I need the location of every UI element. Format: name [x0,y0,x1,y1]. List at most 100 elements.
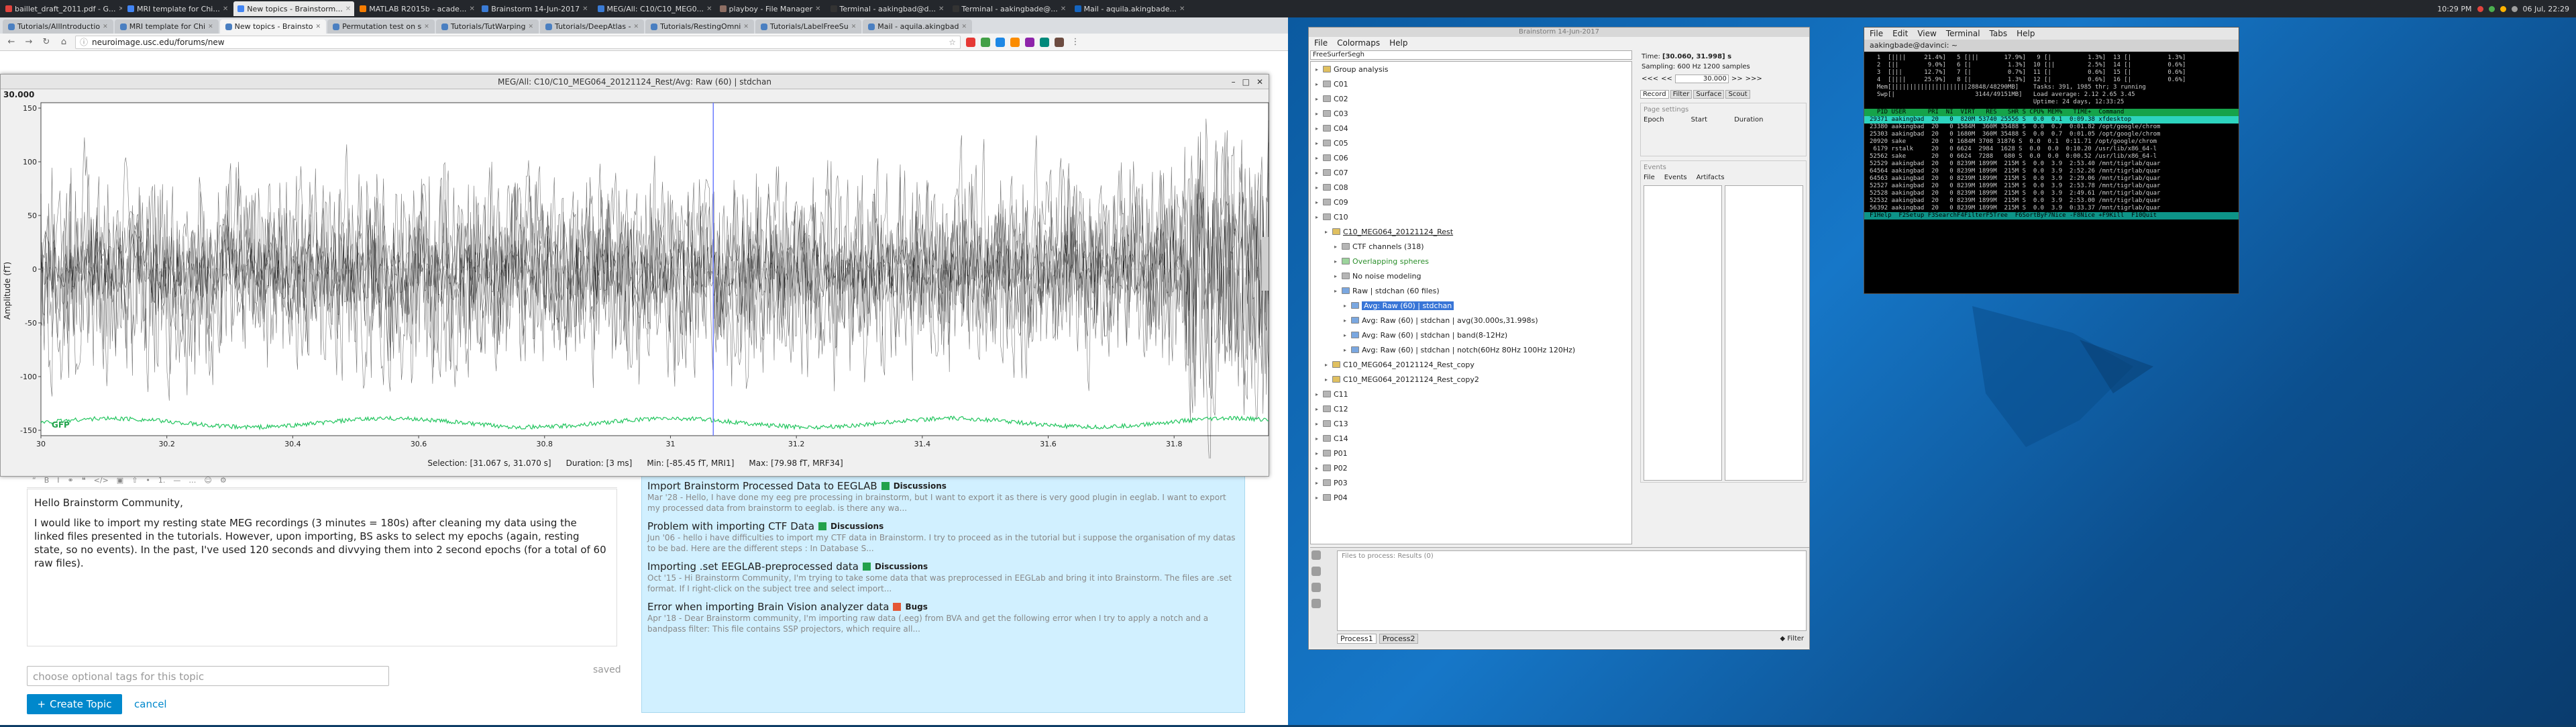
similar-topic[interactable]: Import Brainstorm Processed Data to EEGL… [647,480,1239,514]
tree-node[interactable]: ▸ C12 [1311,401,1631,416]
link-icon[interactable]: ⚭ [68,476,74,485]
expand-icon[interactable]: ▸ [1313,66,1320,72]
terminal-menu-item[interactable]: Terminal [1946,29,1980,38]
browser-tab[interactable]: Tutorials/DeepAtlas - ✕ [540,19,645,34]
events-menu-item[interactable]: Artifacts [1697,174,1725,181]
expand-icon[interactable]: ▸ [1313,495,1320,501]
network-icon[interactable] [2488,5,2495,12]
record-tab[interactable]: Filter [1670,90,1693,99]
meg-plot[interactable]: -150 -100 -50 0 50 100 150 30 30.2 30.4 30.6 30.8 31… [1,89,1270,458]
tree-node[interactable]: ▸ Avg: Raw (60) | stdchan [1311,298,1631,313]
create-topic-button[interactable]: + Create Topic [27,694,122,714]
taskbar-window-item[interactable]: playboy - File Manager ✕ [716,1,825,16]
expand-icon[interactable]: ▸ [1342,318,1348,324]
terminal-tab[interactable]: aakingbade@davinci: ~ [1864,40,2239,52]
italic-icon[interactable]: I [57,476,59,485]
close-icon[interactable]: ✕ [1061,5,1066,13]
expand-icon[interactable]: ▸ [1313,185,1320,191]
expand-icon[interactable]: ▸ [1313,140,1320,146]
tree-node[interactable]: ▸ C10 [1311,209,1631,224]
expand-icon[interactable]: ▸ [1313,480,1320,486]
database-tree[interactable]: ▸ Group analysis ▸ C01 ▸ C02 ▸ C03 ▸ C04 ▸ C05 ▸ C06 ▸… [1310,61,1632,544]
close-icon[interactable]: ✕ [961,23,967,30]
close-icon[interactable]: ✕ [223,5,228,13]
forward-icon[interactable]: → [23,36,35,48]
expand-icon[interactable]: ▸ [1323,229,1330,235]
similar-topic-category[interactable]: Discussions [894,481,947,491]
tree-node[interactable]: ▸ No noise modeling [1311,269,1631,283]
taskbar-window-item[interactable]: MRI template for Chi... ✕ [123,1,232,16]
post-editor[interactable]: Hello Brainstorm Community, I would like… [27,489,617,646]
browser-tab[interactable]: Tutorials/AllIntroductio ✕ [3,19,113,34]
upload-icon[interactable]: ⇧ [131,476,138,485]
reload-icon[interactable]: ↻ [40,36,52,48]
terminal-menu-item[interactable]: Help [2017,29,2035,38]
numbers-icon[interactable]: 1. [158,476,166,485]
browser-tab[interactable]: Mail - aquila.akingbad ✕ [863,19,973,34]
expand-icon[interactable]: ▸ [1313,126,1320,132]
expand-icon[interactable]: ▸ [1342,332,1348,338]
bold-icon[interactable]: B [44,476,50,485]
tree-node[interactable]: ▸ C02 [1311,91,1631,106]
htop-process-row[interactable]: 20920 sake 20 0 1684M 3708 31876 S 0.0 0… [1864,138,2239,146]
close-icon[interactable]: ✕ [316,23,321,30]
chrome-tray-icon[interactable] [2477,5,2483,12]
tree-node[interactable]: ▸ P04 [1311,490,1631,505]
expand-icon[interactable]: ▸ [1313,421,1320,427]
event-groups-list[interactable] [1644,185,1722,481]
tree-node[interactable]: ▸ P01 [1311,446,1631,461]
similar-topic-title[interactable]: Import Brainstorm Processed Data to EEGL… [647,480,877,492]
extension-icon[interactable] [966,37,975,47]
menu-item[interactable]: Colormaps [1337,38,1380,48]
expand-icon[interactable]: ▸ [1342,347,1348,353]
bullets-icon[interactable]: • [146,476,150,485]
expand-icon[interactable]: ▸ [1313,96,1320,102]
tree-node[interactable]: ▸ Avg: Raw (60) | stdchan | notch(60Hz 80… [1311,342,1631,357]
similar-topic-category[interactable]: Discussions [875,562,928,571]
expand-icon[interactable]: ▸ [1313,436,1320,442]
tree-node[interactable]: ▸ C14 [1311,431,1631,446]
expand-icon[interactable]: ▸ [1313,199,1320,205]
url-bar[interactable]: ⓘ neuroimage.usc.edu/forums/new ☆ [75,35,961,49]
volume-icon[interactable] [2511,5,2518,12]
similar-topic-title[interactable]: Problem with importing CTF Data [647,520,814,532]
tree-node[interactable]: ▸ Avg: Raw (60) | stdchan | band(8-12Hz) [1311,328,1631,342]
htop-function-keys[interactable]: F1Help F2Setup F3SearchF4FilterF5Tree F6… [1864,212,2239,220]
events-menu-item[interactable]: Events [1664,174,1687,181]
extension-icon[interactable] [1055,37,1064,47]
extension-icon[interactable] [1040,37,1049,47]
close-icon[interactable]: ✕ [851,23,857,30]
quote-icon[interactable]: “ [32,476,36,485]
gear-icon[interactable]: ⚙ [220,476,227,485]
close-icon[interactable]: ✕ [345,5,351,13]
event-times-list[interactable] [1725,185,1803,481]
tree-node[interactable]: ▸ C06 [1311,150,1631,165]
similar-topic[interactable]: Importing .set EEGLAB-preprocessed data D… [647,561,1239,594]
close-icon[interactable]: ✕ [582,5,588,13]
browser-tab[interactable]: New topics - Brainsto ✕ [219,19,327,34]
tree-node[interactable]: ▸ C08 [1311,180,1631,195]
expand-icon[interactable]: ▸ [1313,214,1320,220]
menu-item[interactable]: Help [1389,38,1407,48]
tree-node[interactable]: ▸ CTF channels (318) [1311,239,1631,254]
expand-icon[interactable]: ▸ [1332,273,1339,279]
expand-icon[interactable]: ▸ [1332,244,1339,250]
events-menu-item[interactable]: File [1644,174,1655,181]
back-icon[interactable]: ← [5,36,17,48]
tree-node[interactable]: ▸ Overlapping spheres [1311,254,1631,269]
tree-node[interactable]: ▸ C07 [1311,165,1631,180]
close-icon[interactable]: ✕ [528,23,533,30]
vertical-scrollbar[interactable] [1262,237,1269,291]
htop-process-row[interactable]: 29371 aakingbad 20 0 820M 53740 25556 S … [1864,116,2239,124]
extension-icon[interactable] [996,37,1005,47]
tree-node[interactable]: ▸ C13 [1311,416,1631,431]
image-icon[interactable]: ▣ [117,476,123,485]
tree-node[interactable]: ▸ C04 [1311,121,1631,136]
tree-node[interactable]: ▸ C11 [1311,387,1631,401]
process-tab[interactable]: Process2 [1379,634,1419,644]
close-icon[interactable]: ✕ [208,23,213,30]
expand-icon[interactable]: ▸ [1342,303,1348,309]
protocol-select[interactable]: FreeSurferSegh [1310,50,1632,60]
taskbar-window-item[interactable]: Mail - aquila.akingbade... ✕ [1071,1,1189,16]
blockquote-icon[interactable]: ❝ [82,476,86,485]
